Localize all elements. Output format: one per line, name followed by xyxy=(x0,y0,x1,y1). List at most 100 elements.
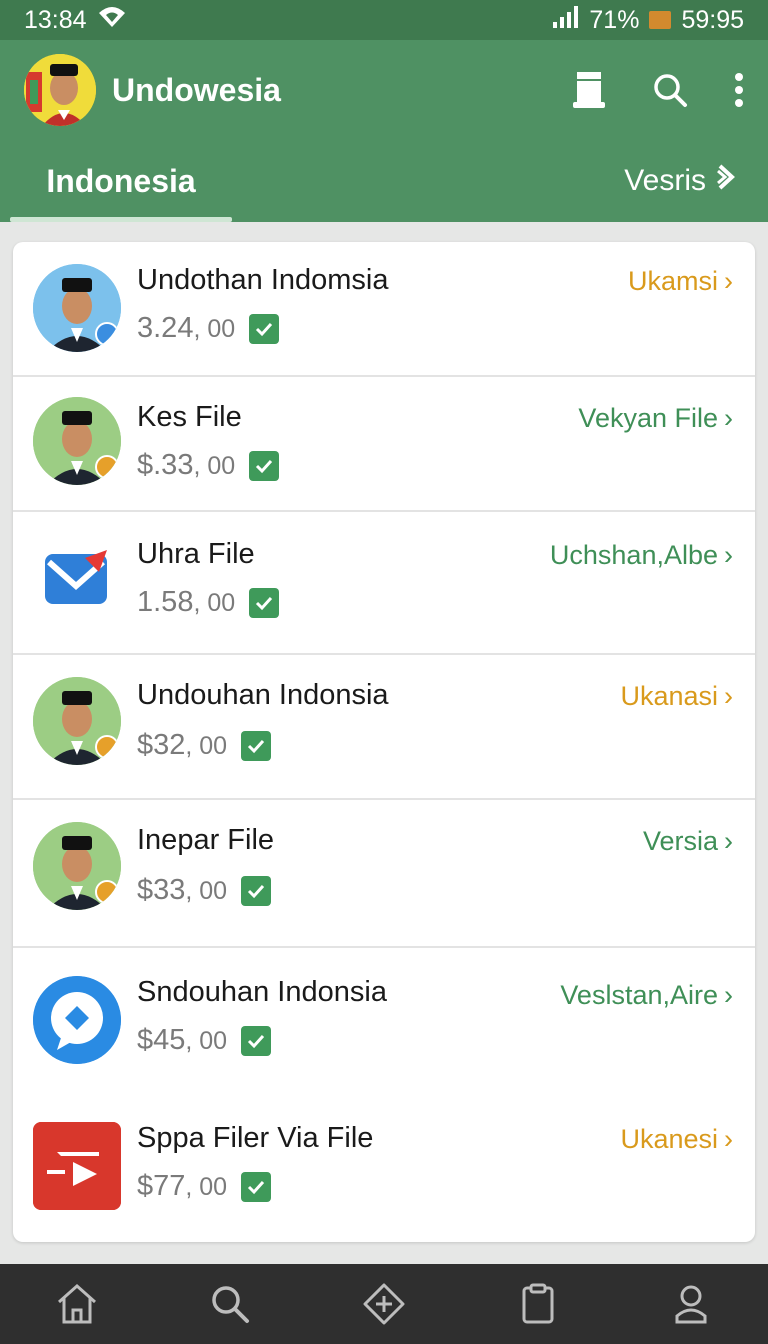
battery-percent: 71% xyxy=(589,5,640,34)
search-icon[interactable] xyxy=(652,72,688,108)
checkbox-checked-icon[interactable] xyxy=(241,875,272,906)
status-time: 13:84 xyxy=(24,5,87,34)
price-main: $32 xyxy=(137,729,186,761)
item-title: Undouhan Indonsia xyxy=(137,679,389,711)
price-main: $33 xyxy=(137,874,186,906)
clipboard-icon[interactable] xyxy=(516,1282,560,1326)
checkbox-checked-icon[interactable] xyxy=(249,450,280,481)
chevron-right-icon xyxy=(716,163,738,199)
item-price: 1.58, 00 xyxy=(137,586,280,619)
checkbox-checked-icon[interactable] xyxy=(249,313,280,344)
item-action-link[interactable]: Veslstan,Aire › xyxy=(560,980,733,1011)
n-badge-icon xyxy=(95,735,119,759)
price-decimal: , 00 xyxy=(193,589,236,617)
checkbox-checked-icon[interactable] xyxy=(241,1171,272,1202)
signal-icon xyxy=(553,5,579,35)
list-item[interactable]: Sppa Filer Via File $77, 00 Ukanesi › xyxy=(13,1094,755,1242)
item-price: $77, 00 xyxy=(137,1170,272,1203)
list-item[interactable]: Sndouhan Indonsia $45, 00 Veslstan,Aire … xyxy=(13,948,755,1094)
file-list: Undothan Indomsia 3.24, 00 Ukamsi › Kes … xyxy=(13,242,755,1242)
chevron-right-icon: › xyxy=(724,403,733,433)
video-file-icon xyxy=(33,1122,121,1210)
item-price: $.33, 00 xyxy=(137,449,280,482)
item-title: Inepar File xyxy=(137,824,275,856)
chevron-right-icon: › xyxy=(724,1124,733,1154)
price-main: $77 xyxy=(137,1170,186,1202)
checkbox-checked-icon[interactable] xyxy=(241,730,272,761)
home-icon[interactable] xyxy=(55,1282,99,1326)
tab-bar: Indonesia Vesris xyxy=(0,140,768,222)
item-action-link[interactable]: Versia › xyxy=(643,826,733,857)
search-icon[interactable] xyxy=(208,1282,252,1326)
avatar xyxy=(33,397,121,485)
app-bar: Undowesia Indonesia Vesris xyxy=(0,40,768,222)
app-title: Undowesia xyxy=(112,71,281,108)
chevron-right-icon: › xyxy=(724,266,733,296)
person-badge-icon xyxy=(95,322,119,346)
profile-icon[interactable] xyxy=(669,1282,713,1326)
item-action-label: Ukanesi xyxy=(620,1124,718,1154)
item-action-label: Ukamsi xyxy=(627,266,718,296)
price-main: $.33 xyxy=(137,449,194,481)
list-item[interactable]: Undothan Indomsia 3.24, 00 Ukamsi › xyxy=(13,242,755,377)
n-badge-icon xyxy=(95,455,119,479)
item-action-link[interactable]: Ukanasi › xyxy=(620,681,733,712)
wifi-icon xyxy=(97,5,127,36)
item-title: Uhra File xyxy=(137,538,255,570)
item-price: $33, 00 xyxy=(137,874,272,907)
chevron-right-icon: › xyxy=(724,826,733,856)
tab-vesris-label: Vesris xyxy=(624,164,706,197)
chevron-right-icon: › xyxy=(724,681,733,711)
item-title: Undothan Indomsia xyxy=(137,264,389,296)
list-item[interactable]: Uhra File 1.58, 00 Uchshan,Albe › xyxy=(13,512,755,655)
price-decimal: , 00 xyxy=(193,315,236,343)
battery-icon xyxy=(649,11,672,29)
n-badge-icon xyxy=(95,880,119,904)
more-vert-icon[interactable] xyxy=(734,72,744,108)
price-decimal: , 00 xyxy=(193,452,236,480)
status-clock: 59:95 xyxy=(681,5,744,34)
avatar xyxy=(33,822,121,910)
chevron-right-icon: › xyxy=(724,540,733,570)
chevron-right-icon: › xyxy=(724,980,733,1010)
item-price: 3.24, 00 xyxy=(137,312,280,345)
item-action-label: Uchshan,Albe xyxy=(549,540,718,570)
item-action-label: Veslstan,Aire xyxy=(560,980,718,1010)
price-main: $45 xyxy=(137,1024,186,1056)
app-avatar[interactable] xyxy=(24,54,96,126)
app-title-row: Undowesia xyxy=(24,52,744,128)
item-action-link[interactable]: Uchshan,Albe › xyxy=(550,540,733,571)
bottom-nav xyxy=(0,1264,768,1344)
item-action-link[interactable]: Ukanesi › xyxy=(620,1124,733,1155)
list-item[interactable]: Kes File $.33, 00 Vekyan File › xyxy=(13,377,755,512)
item-price: $32, 00 xyxy=(137,729,272,762)
item-title: Kes File xyxy=(137,401,242,433)
price-main: 1.58 xyxy=(137,586,194,618)
item-title: Sppa Filer Via File xyxy=(137,1122,374,1154)
price-decimal: , 00 xyxy=(185,877,228,905)
item-action-link[interactable]: Vekyan File › xyxy=(578,403,733,434)
add-icon[interactable] xyxy=(362,1282,406,1326)
price-decimal: , 00 xyxy=(185,1027,228,1055)
price-decimal: , 00 xyxy=(185,732,228,760)
tab-indicator xyxy=(10,217,232,222)
item-title: Sndouhan Indonsia xyxy=(137,976,387,1008)
tab-indonesia[interactable]: Indonesia xyxy=(10,150,232,212)
avatar xyxy=(33,264,121,352)
price-main: 3.24 xyxy=(137,312,194,344)
avatar xyxy=(33,677,121,765)
mail-icon xyxy=(33,538,121,626)
item-price: $45, 00 xyxy=(137,1024,272,1057)
status-bar: 13:84 71% 59:95 xyxy=(0,0,768,40)
tab-vesris[interactable]: Vesris xyxy=(624,150,738,212)
list-item[interactable]: Inepar File $33, 00 Versia › xyxy=(13,800,755,948)
price-decimal: , 00 xyxy=(185,1173,228,1201)
chat-bubble-icon xyxy=(33,976,121,1064)
list-item[interactable]: Undouhan Indonsia $32, 00 Ukanasi › xyxy=(13,655,755,800)
item-action-label: Versia xyxy=(642,826,718,856)
bookmark-icon[interactable] xyxy=(572,70,606,110)
item-action-label: Vekyan File xyxy=(578,403,718,433)
checkbox-checked-icon[interactable] xyxy=(249,587,280,618)
checkbox-checked-icon[interactable] xyxy=(241,1025,272,1056)
item-action-link[interactable]: Ukamsi › xyxy=(628,266,733,297)
